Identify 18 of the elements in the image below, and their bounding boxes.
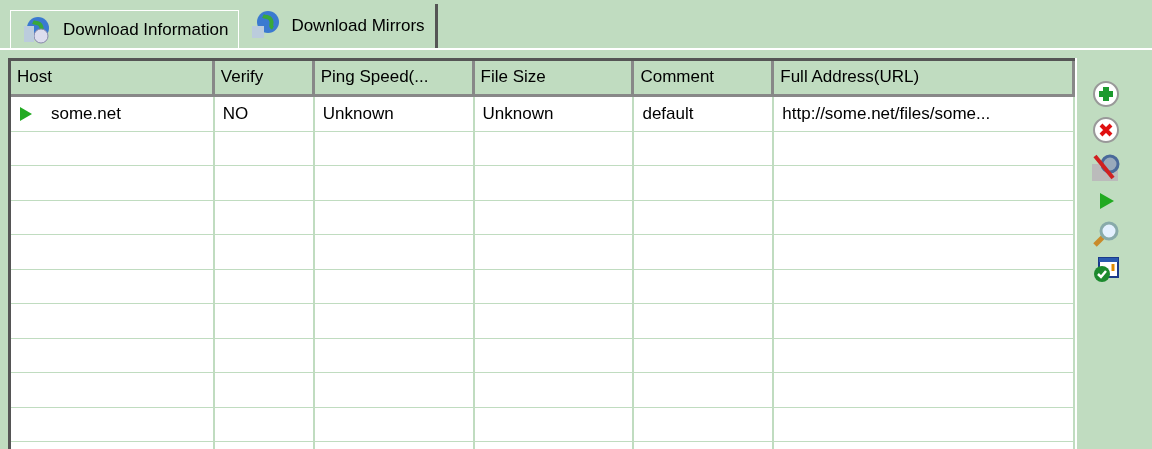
table-cell: NO [214, 97, 315, 131]
tab[interactable]: Download Information [10, 10, 240, 48]
table-cell: http://some.net/files/some... [774, 97, 1076, 131]
column-header[interactable]: Ping Speed(... [314, 61, 475, 97]
add-icon[interactable] [1092, 80, 1120, 108]
table-cell: Unknown [314, 97, 475, 131]
remove-icon[interactable] [1092, 116, 1120, 144]
search-icon[interactable] [1092, 220, 1120, 248]
play-icon [19, 105, 33, 122]
column-header[interactable]: Host [11, 61, 215, 97]
window-check-icon[interactable] [1092, 256, 1120, 284]
column-header[interactable]: Comment [634, 61, 775, 97]
table-cell: default [634, 97, 775, 131]
column-header[interactable]: File Size [474, 61, 635, 97]
column-header[interactable]: Full Address(URL) [774, 61, 1075, 97]
table-cell: Unknown [474, 97, 635, 131]
column-header[interactable]: Verify [214, 61, 315, 97]
table-cell: some.net [11, 97, 215, 131]
